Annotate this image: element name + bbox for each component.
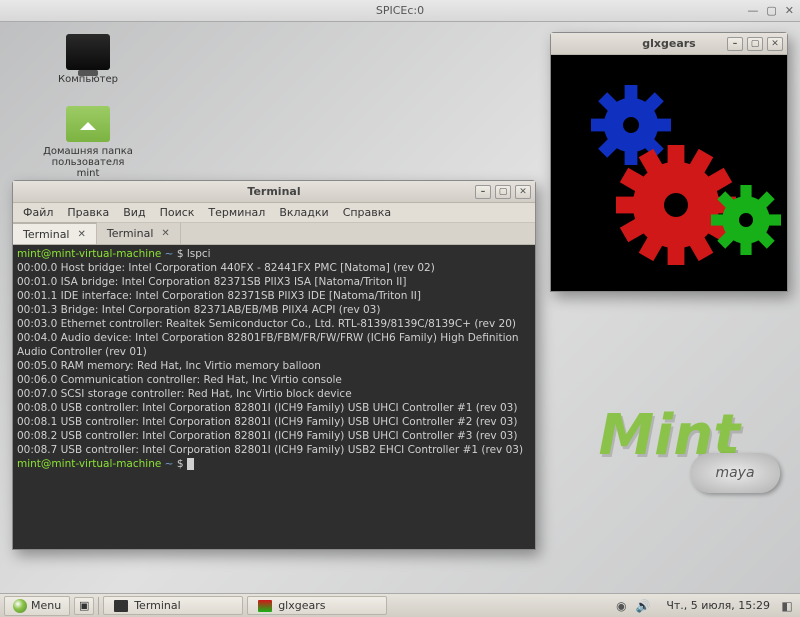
terminal-tab-2[interactable]: Terminal ✕ (97, 223, 181, 244)
desktop[interactable]: Mint maya Компьютер Домашняя папка польз… (0, 22, 800, 593)
window-controls: – ▢ ✕ (475, 185, 531, 199)
window-title: Terminal (247, 185, 300, 198)
close-button[interactable]: ✕ (515, 185, 531, 199)
system-tray: ◉ 🔊 (608, 599, 656, 613)
tab-label: Terminal (107, 227, 154, 240)
taskbar-task-glxgears[interactable]: glxgears (247, 596, 387, 615)
menu-terminal[interactable]: Терминал (202, 204, 271, 221)
glxgears-canvas (551, 55, 787, 291)
spice-title: SPICEc:0 (376, 4, 424, 17)
close-button[interactable]: ✕ (767, 37, 783, 51)
gear-green-icon (711, 185, 781, 255)
task-label: Terminal (134, 599, 181, 612)
show-desktop-icon: ▣ (79, 599, 89, 612)
desktop-icon-label: Домашняя папка (40, 146, 136, 157)
window-titlebar[interactable]: glxgears – ▢ ✕ (551, 33, 787, 55)
shield-icon[interactable]: ◉ (614, 599, 628, 613)
taskbar-task-terminal[interactable]: Terminal (103, 596, 243, 615)
maximize-button[interactable]: ▢ (495, 185, 511, 199)
home-folder-icon (66, 106, 110, 142)
menu-search[interactable]: Поиск (154, 204, 201, 221)
maximize-button[interactable]: ▢ (747, 37, 763, 51)
glxgears-window[interactable]: glxgears – ▢ ✕ (550, 32, 788, 292)
tab-close-icon[interactable]: ✕ (161, 228, 169, 239)
desktop-icon-home[interactable]: Домашняя папка пользователя mint (40, 106, 136, 179)
menu-button[interactable]: Menu (4, 596, 70, 616)
mint-leaf-icon (13, 599, 27, 613)
window-controls: – ▢ ✕ (727, 37, 783, 51)
menu-view[interactable]: Вид (117, 204, 151, 221)
menu-label: Menu (31, 599, 61, 612)
close-icon[interactable]: ✕ (785, 4, 794, 17)
taskbar: Menu ▣ Terminal glxgears ◉ 🔊 Чт., 5 июля… (0, 593, 800, 617)
desktop-icon-label: пользователя mint (40, 157, 136, 179)
menu-file[interactable]: Файл (17, 204, 59, 221)
window-titlebar[interactable]: Terminal – ▢ ✕ (13, 181, 535, 203)
maya-badge: maya (690, 453, 780, 493)
terminal-menubar: Файл Правка Вид Поиск Терминал Вкладки С… (13, 203, 535, 223)
show-desktop-button[interactable]: ▣ (74, 597, 94, 615)
computer-icon (66, 34, 110, 70)
terminal-body[interactable]: mint@mint-virtual-machine ~ $ lspci00:00… (13, 245, 535, 549)
menu-edit[interactable]: Правка (61, 204, 115, 221)
minimize-button[interactable]: – (475, 185, 491, 199)
minimize-icon[interactable]: — (747, 4, 758, 17)
taskbar-clock[interactable]: Чт., 5 июля, 15:29 (660, 599, 776, 612)
volume-icon[interactable]: 🔊 (636, 599, 650, 613)
terminal-window[interactable]: Terminal – ▢ ✕ Файл Правка Вид Поиск Тер… (12, 180, 536, 550)
tab-label: Terminal (23, 228, 70, 241)
tab-close-icon[interactable]: ✕ (78, 229, 86, 240)
logout-icon[interactable]: ◧ (780, 599, 794, 613)
spice-window-controls: — ▢ ✕ (747, 4, 794, 17)
task-label: glxgears (278, 599, 325, 612)
terminal-tabstrip: Terminal ✕ Terminal ✕ (13, 223, 535, 245)
menu-help[interactable]: Справка (337, 204, 397, 221)
glxgears-icon (258, 600, 272, 612)
desktop-icon-computer[interactable]: Компьютер (40, 34, 136, 85)
window-title: glxgears (642, 37, 695, 50)
terminal-icon (114, 600, 128, 612)
maximize-icon[interactable]: ▢ (766, 4, 776, 17)
spice-titlebar: SPICEc:0 — ▢ ✕ (0, 0, 800, 22)
menu-tabs[interactable]: Вкладки (273, 204, 334, 221)
mint-watermark: Mint maya (600, 403, 780, 523)
minimize-button[interactable]: – (727, 37, 743, 51)
terminal-tab-1[interactable]: Terminal ✕ (13, 222, 97, 244)
